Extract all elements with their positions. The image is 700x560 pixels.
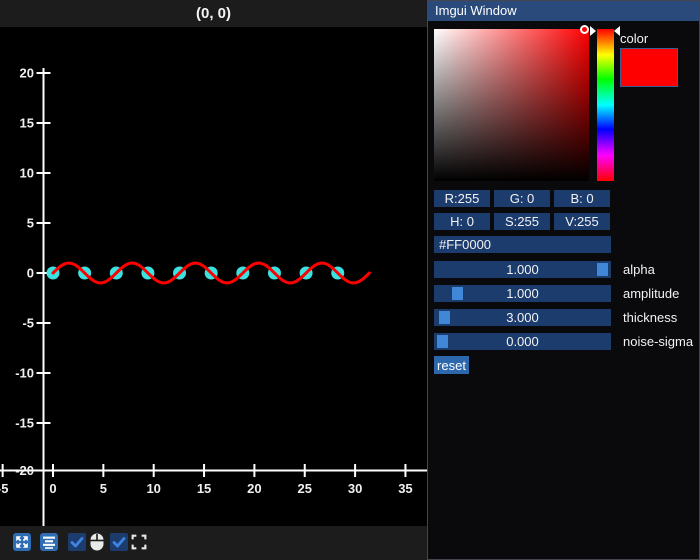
svg-text:15: 15 bbox=[20, 116, 34, 131]
svg-text:-5: -5 bbox=[22, 316, 34, 331]
hex-input[interactable]: #FF0000 bbox=[434, 236, 611, 253]
checkmark-icon bbox=[68, 533, 86, 551]
color-component-field[interactable]: H: 0 bbox=[434, 213, 490, 230]
alpha-slider[interactable]: 1.000 bbox=[434, 261, 611, 278]
frame-corners-icon bbox=[130, 533, 147, 551]
color-component-field[interactable]: R:255 bbox=[434, 190, 490, 207]
svg-text:0: 0 bbox=[49, 481, 56, 496]
plot-toolbar bbox=[0, 526, 427, 560]
svg-text:0: 0 bbox=[27, 266, 34, 281]
slider-value: 0.000 bbox=[434, 333, 611, 350]
thickness-slider[interactable]: 3.000 bbox=[434, 309, 611, 326]
checkmark-icon bbox=[110, 533, 128, 551]
saturation-value-picker[interactable] bbox=[434, 29, 589, 181]
svg-text:-15: -15 bbox=[15, 416, 34, 431]
svg-text:-20: -20 bbox=[15, 463, 34, 478]
slider-label: noise-sigma bbox=[623, 333, 693, 350]
color-swatch[interactable] bbox=[620, 48, 678, 87]
slider-label: alpha bbox=[623, 261, 655, 278]
slider-label: thickness bbox=[623, 309, 677, 326]
svg-text:10: 10 bbox=[146, 481, 160, 496]
hue-bar[interactable] bbox=[597, 29, 614, 181]
svg-text:5: 5 bbox=[100, 481, 107, 496]
align-center-lines-button[interactable] bbox=[40, 533, 58, 551]
mouse-icon bbox=[88, 533, 104, 551]
svg-text:35: 35 bbox=[398, 481, 412, 496]
svg-text:30: 30 bbox=[348, 481, 362, 496]
svg-text:15: 15 bbox=[197, 481, 211, 496]
svg-text:-10: -10 bbox=[15, 366, 34, 381]
color-component-field[interactable]: S:255 bbox=[494, 213, 550, 230]
svg-text:5: 5 bbox=[27, 216, 34, 231]
svg-text:10: 10 bbox=[20, 166, 34, 181]
sine-plot-canvas[interactable]: 20 15 10 5 0 -5 -10 -15 -20 -5 0 5 10 15 20 25 30 35 bbox=[0, 27, 427, 526]
plot-title: (0, 0) bbox=[0, 0, 427, 27]
slider-value: 1.000 bbox=[434, 285, 611, 302]
plot-panel: (0, 0) 20 15 10 5 0 -5 -10 -15 -20 -5 0 5 10 15 20 25 30… bbox=[0, 0, 427, 560]
imgui-window-title-bar[interactable]: Imgui Window bbox=[428, 1, 699, 21]
slider-value: 1.000 bbox=[434, 261, 611, 278]
expand-arrows-button[interactable] bbox=[13, 533, 31, 551]
app-root: (0, 0) 20 15 10 5 0 -5 -10 -15 -20 -5 0 5 10 15 20 25 30… bbox=[0, 0, 700, 560]
noise-sigma-slider[interactable]: 0.000 bbox=[434, 333, 611, 350]
color-component-field[interactable]: B: 0 bbox=[554, 190, 610, 207]
svg-text:25: 25 bbox=[298, 481, 312, 496]
svg-text:-5: -5 bbox=[0, 481, 8, 496]
sv-cursor-icon[interactable] bbox=[580, 25, 589, 34]
hue-marker-left-icon bbox=[590, 26, 596, 36]
reset-button[interactable]: reset bbox=[434, 356, 469, 374]
rgb-fields-row: R:255G: 0B: 0 bbox=[434, 190, 620, 207]
hsv-fields-row: H: 0S:255V:255 bbox=[434, 213, 620, 230]
amplitude-slider[interactable]: 1.000 bbox=[434, 285, 611, 302]
fullscreen-checkbox[interactable] bbox=[110, 533, 128, 551]
mouse-mode-checkbox[interactable] bbox=[68, 533, 86, 551]
slider-value: 3.000 bbox=[434, 309, 611, 326]
color-label: color bbox=[620, 31, 648, 46]
svg-text:20: 20 bbox=[247, 481, 261, 496]
expand-arrows-icon bbox=[13, 533, 31, 551]
color-component-field[interactable]: G: 0 bbox=[494, 190, 550, 207]
slider-label: amplitude bbox=[623, 285, 679, 302]
svg-text:20: 20 bbox=[20, 66, 34, 81]
imgui-window: Imgui Window color R:255G: 0B: 0 H: 0S:2… bbox=[427, 0, 700, 560]
color-component-field[interactable]: V:255 bbox=[554, 213, 610, 230]
align-center-lines-icon bbox=[40, 533, 58, 551]
sine-line bbox=[53, 263, 369, 283]
